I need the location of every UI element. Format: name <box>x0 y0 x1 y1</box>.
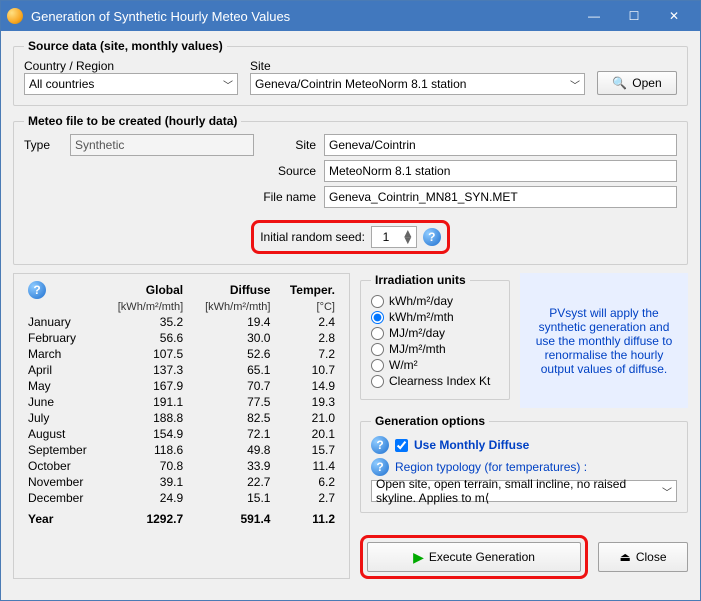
table-row: September118.649.815.7 <box>22 442 341 458</box>
radio-input[interactable] <box>371 343 384 356</box>
typology-value: Open site, open terrain, small incline, … <box>376 477 662 505</box>
exit-icon: ⏏ <box>619 550 630 564</box>
close-button[interactable]: ⏏ Close <box>598 542 688 572</box>
chevron-down-icon: ﹀ <box>223 77 233 92</box>
open-label: Open <box>632 76 661 90</box>
titlebar: Generation of Synthetic Hourly Meteo Val… <box>1 1 700 31</box>
target-file-legend: Meteo file to be created (hourly data) <box>24 114 241 128</box>
content-area: Source data (site, monthly values) Count… <box>1 31 700 600</box>
help-icon[interactable]: ? <box>28 281 46 299</box>
table-total-row: Year1292.7591.411.2 <box>22 506 341 527</box>
type-field: Synthetic <box>70 134 254 156</box>
minimize-button[interactable]: — <box>574 1 614 31</box>
generation-options-legend: Generation options <box>371 414 489 428</box>
filename-field[interactable]: Geneva_Cointrin_MN81_SYN.MET <box>324 186 677 208</box>
open-button[interactable]: 🔍 Open <box>597 71 677 95</box>
irradiation-legend: Irradiation units <box>371 273 470 287</box>
seed-spinner[interactable]: 1 ▲▼ <box>371 226 417 248</box>
typology-combo[interactable]: Open site, open terrain, small incline, … <box>371 480 677 502</box>
target-file-group: Meteo file to be created (hourly data) T… <box>13 114 688 265</box>
col-diffuse: Diffuse <box>189 280 276 300</box>
hint-box: PVsyst will apply the synthetic generati… <box>520 273 688 408</box>
execute-label: Execute Generation <box>429 550 535 564</box>
site-label: Site <box>254 138 324 152</box>
radio-input[interactable] <box>371 295 384 308</box>
table-row: August154.972.120.1 <box>22 426 341 442</box>
country-value: All countries <box>29 77 94 91</box>
table-row: April137.365.110.7 <box>22 362 341 378</box>
irradiation-option[interactable]: W/m² <box>371 357 499 373</box>
source-data-legend: Source data (site, monthly values) <box>24 39 227 53</box>
source-data-group: Source data (site, monthly values) Count… <box>13 39 688 106</box>
irradiation-option[interactable]: Clearness Index Kt <box>371 373 499 389</box>
irradiation-option[interactable]: kWh/m²/day <box>371 293 499 309</box>
col-temper: Temper. <box>276 280 341 300</box>
table-row: December24.915.12.7 <box>22 490 341 506</box>
execute-highlight: ▶ Execute Generation <box>360 535 588 579</box>
seed-value: 1 <box>372 230 400 244</box>
table-row: March107.552.67.2 <box>22 346 341 362</box>
country-combo[interactable]: All countries ﹀ <box>24 73 238 95</box>
use-monthly-diffuse-checkbox[interactable] <box>395 439 408 452</box>
execute-generation-button[interactable]: ▶ Execute Generation <box>367 542 581 572</box>
radio-input[interactable] <box>371 359 384 372</box>
irradiation-option[interactable]: MJ/m²/day <box>371 325 499 341</box>
radio-input[interactable] <box>371 327 384 340</box>
monthly-table-box: ? Global Diffuse Temper. [kWh/m²/mth] [k… <box>13 273 350 579</box>
hint-text: PVsyst will apply the synthetic generati… <box>530 306 678 376</box>
play-icon: ▶ <box>413 549 424 566</box>
help-icon[interactable]: ? <box>371 436 389 454</box>
close-label: Close <box>636 550 667 564</box>
site-source-combo[interactable]: Geneva/Cointrin MeteoNorm 8.1 station ﹀ <box>250 73 585 95</box>
table-row: June191.177.519.3 <box>22 394 341 410</box>
radio-input[interactable] <box>371 311 384 324</box>
generation-options-group: Generation options ? Use Monthly Diffuse… <box>360 414 688 513</box>
app-icon <box>7 8 23 24</box>
country-label: Country / Region <box>24 59 114 73</box>
table-row: May167.970.714.9 <box>22 378 341 394</box>
table-row: July188.882.521.0 <box>22 410 341 426</box>
radio-input[interactable] <box>371 375 384 388</box>
seed-highlight: Initial random seed: 1 ▲▼ ? <box>251 220 450 254</box>
monthly-table: ? Global Diffuse Temper. [kWh/m²/mth] [k… <box>22 280 341 527</box>
app-window: Generation of Synthetic Hourly Meteo Val… <box>0 0 701 601</box>
source-label: Source <box>254 164 324 178</box>
chevron-down-icon: ﹀ <box>570 77 580 92</box>
table-row: October70.833.911.4 <box>22 458 341 474</box>
spinner-arrows-icon[interactable]: ▲▼ <box>400 230 416 244</box>
search-icon: 🔍 <box>612 76 627 90</box>
help-icon[interactable]: ? <box>423 228 441 246</box>
chevron-down-icon: ﹀ <box>662 484 672 499</box>
help-icon[interactable]: ? <box>371 458 389 476</box>
seed-label: Initial random seed: <box>260 230 365 244</box>
table-row: January35.219.42.4 <box>22 314 341 330</box>
irradiation-option[interactable]: kWh/m²/mth <box>371 309 499 325</box>
filename-label: File name <box>254 190 324 204</box>
irradiation-units-group: Irradiation units kWh/m²/daykWh/m²/mthMJ… <box>360 273 510 400</box>
table-row: February56.630.02.8 <box>22 330 341 346</box>
maximize-button[interactable]: ☐ <box>614 1 654 31</box>
source-field[interactable]: MeteoNorm 8.1 station <box>324 160 677 182</box>
use-monthly-diffuse-label: Use Monthly Diffuse <box>414 438 529 452</box>
col-global: Global <box>102 280 189 300</box>
site-source-value: Geneva/Cointrin MeteoNorm 8.1 station <box>255 77 466 91</box>
window-title: Generation of Synthetic Hourly Meteo Val… <box>31 9 574 24</box>
site-field[interactable]: Geneva/Cointrin <box>324 134 677 156</box>
type-label: Type <box>24 138 62 152</box>
site-source-label: Site <box>250 59 271 73</box>
close-window-button[interactable]: ✕ <box>654 1 694 31</box>
typology-label: Region typology (for temperatures) : <box>395 460 587 474</box>
irradiation-option[interactable]: MJ/m²/mth <box>371 341 499 357</box>
table-row: November39.122.76.2 <box>22 474 341 490</box>
